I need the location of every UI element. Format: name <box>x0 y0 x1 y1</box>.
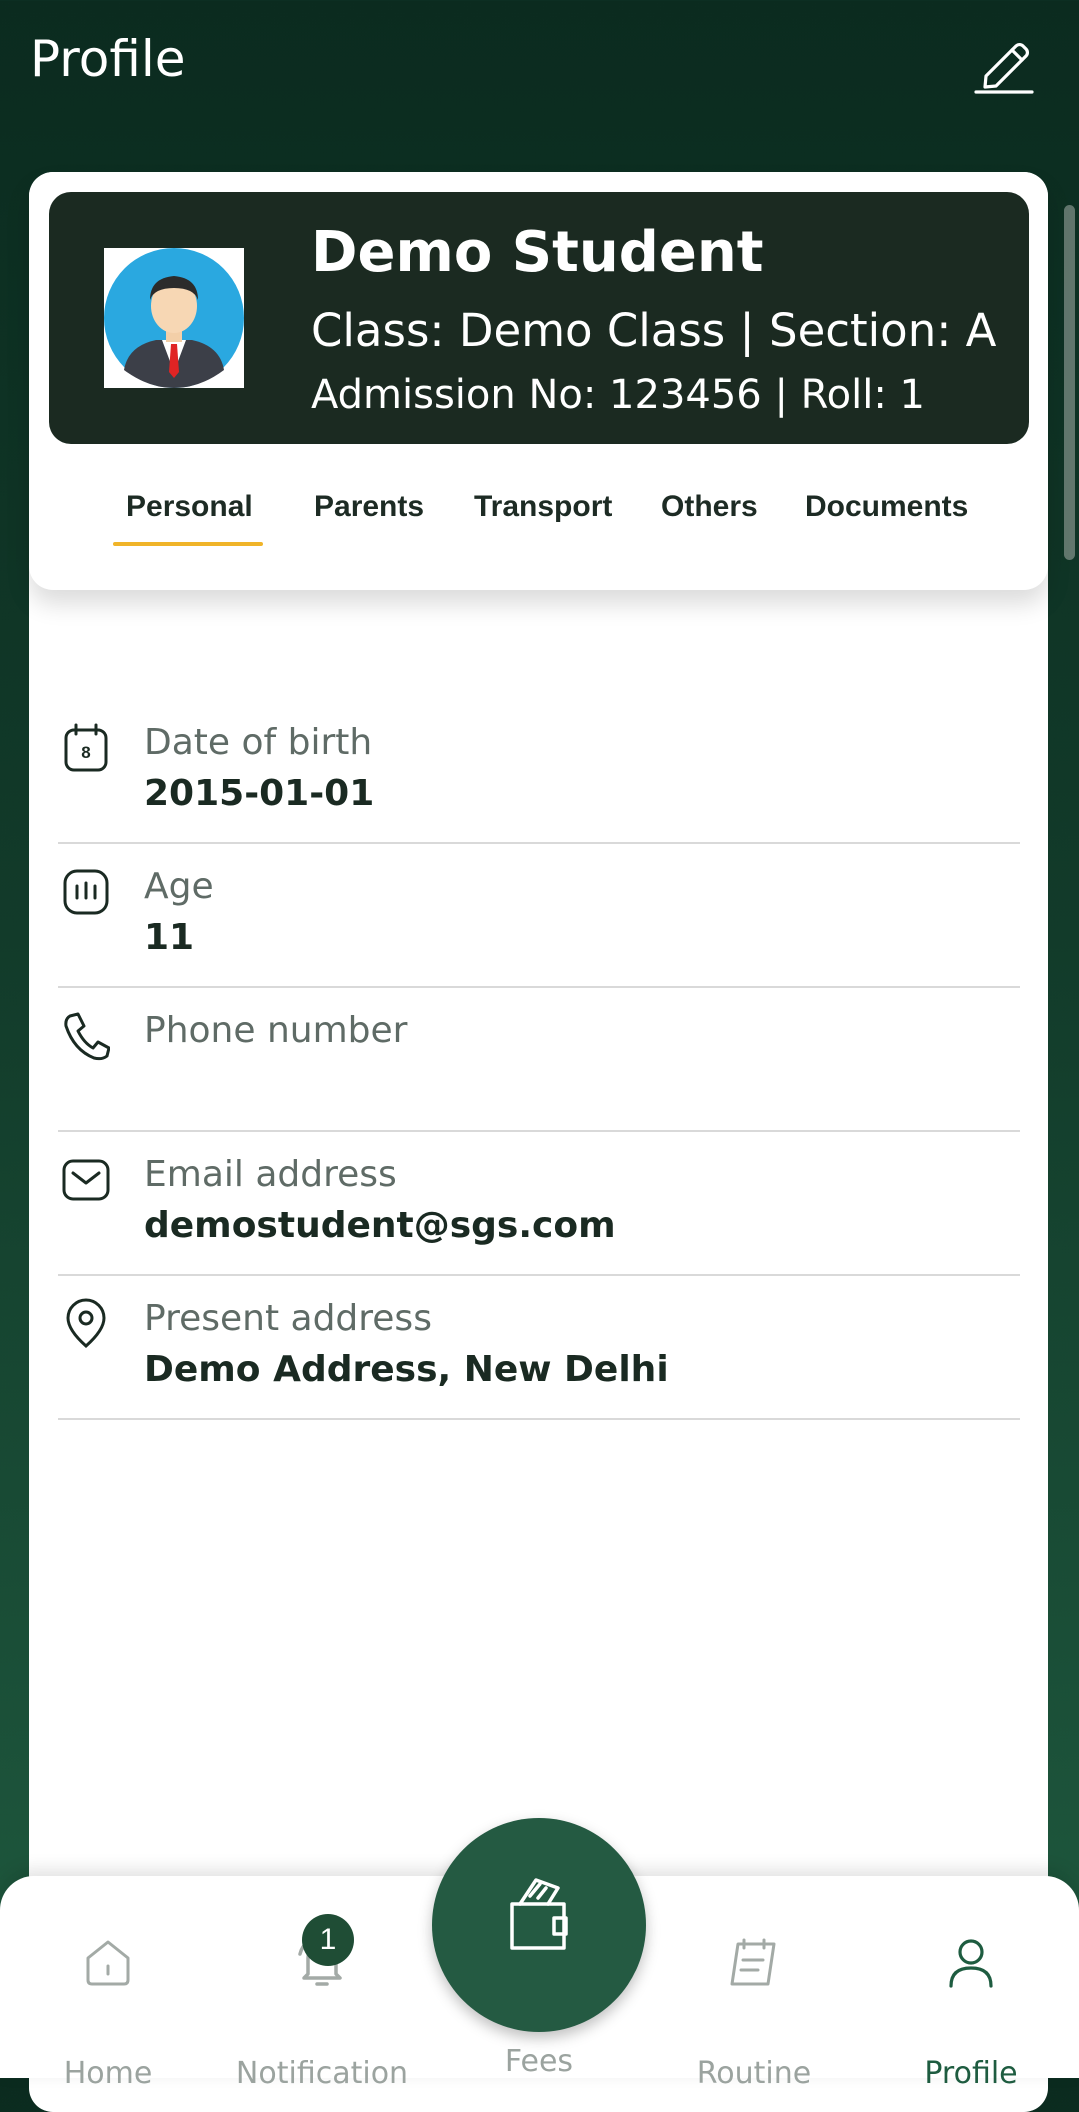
info-value: 2015-01-01 <box>144 773 375 814</box>
calendar-day-text: 8 <box>81 743 90 762</box>
nav-label: Home <box>63 2056 153 2091</box>
tab-parents[interactable]: Parents <box>314 490 424 524</box>
avatar <box>104 248 244 388</box>
nav-notification[interactable]: Notification <box>222 1876 422 2091</box>
info-label: Present address <box>144 1298 432 1339</box>
personal-info-list: 8 Date of birth 2015-01-01 Age 11 Phone … <box>58 700 1020 1420</box>
age-icon <box>62 866 110 918</box>
info-label: Age <box>144 866 214 907</box>
profile-banner: Demo Student Class: Demo Class | Section… <box>49 192 1029 444</box>
profile-card: Demo Student Class: Demo Class | Section… <box>29 172 1048 590</box>
wallet-icon <box>510 1878 568 1950</box>
info-label: Email address <box>144 1154 397 1195</box>
class-section-text: Class: Demo Class | Section: A <box>311 304 997 357</box>
student-avatar-icon <box>104 248 244 388</box>
info-row-email: Email address demostudent@sgs.com <box>58 1132 1020 1276</box>
routine-icon <box>726 1934 782 1990</box>
info-label: Date of birth <box>144 722 373 763</box>
tab-personal[interactable]: Personal <box>126 490 253 524</box>
student-name: Demo Student <box>311 220 764 285</box>
home-icon <box>80 1934 136 1990</box>
mail-icon <box>62 1154 110 1206</box>
pencil-icon <box>974 43 1034 94</box>
scrollbar[interactable] <box>1064 205 1075 560</box>
info-row-address: Present address Demo Address, New Delhi <box>58 1276 1020 1420</box>
phone-icon <box>62 1010 111 1062</box>
nav-label: Profile <box>924 2056 1018 2091</box>
app-header: Profile <box>0 0 1079 130</box>
info-row-age: Age 11 <box>58 844 1020 988</box>
tab-documents[interactable]: Documents <box>805 490 968 524</box>
info-value: demostudent@sgs.com <box>144 1205 616 1246</box>
active-tab-indicator <box>113 542 263 546</box>
nav-profile[interactable]: Profile <box>871 1876 1071 2091</box>
fees-label: Fees <box>504 2044 574 2079</box>
edit-profile-button[interactable] <box>972 30 1036 94</box>
info-value: Demo Address, New Delhi <box>144 1349 669 1390</box>
nav-routine[interactable]: Routine <box>654 1876 854 2091</box>
nav-home[interactable]: Home <box>8 1876 208 2091</box>
nav-label: Routine <box>696 2056 812 2091</box>
notification-badge: 1 <box>302 1914 354 1966</box>
profile-tabs: Personal Parents Transport Others Docume… <box>29 472 1048 562</box>
tab-transport[interactable]: Transport <box>474 490 612 524</box>
location-icon <box>62 1298 110 1350</box>
info-row-phone: Phone number <box>58 988 1020 1132</box>
page-title: Profile <box>30 30 186 88</box>
admission-roll-text: Admission No: 123456 | Roll: 1 <box>311 372 925 418</box>
tab-others[interactable]: Others <box>661 490 758 524</box>
info-row-dob: 8 Date of birth 2015-01-01 <box>58 700 1020 844</box>
info-value: 11 <box>144 917 195 958</box>
info-label: Phone number <box>144 1010 408 1051</box>
calendar-icon: 8 <box>62 722 110 774</box>
nav-label: Notification <box>235 2056 409 2091</box>
user-icon <box>943 1934 999 1990</box>
fees-fab-button[interactable] <box>432 1818 646 2032</box>
